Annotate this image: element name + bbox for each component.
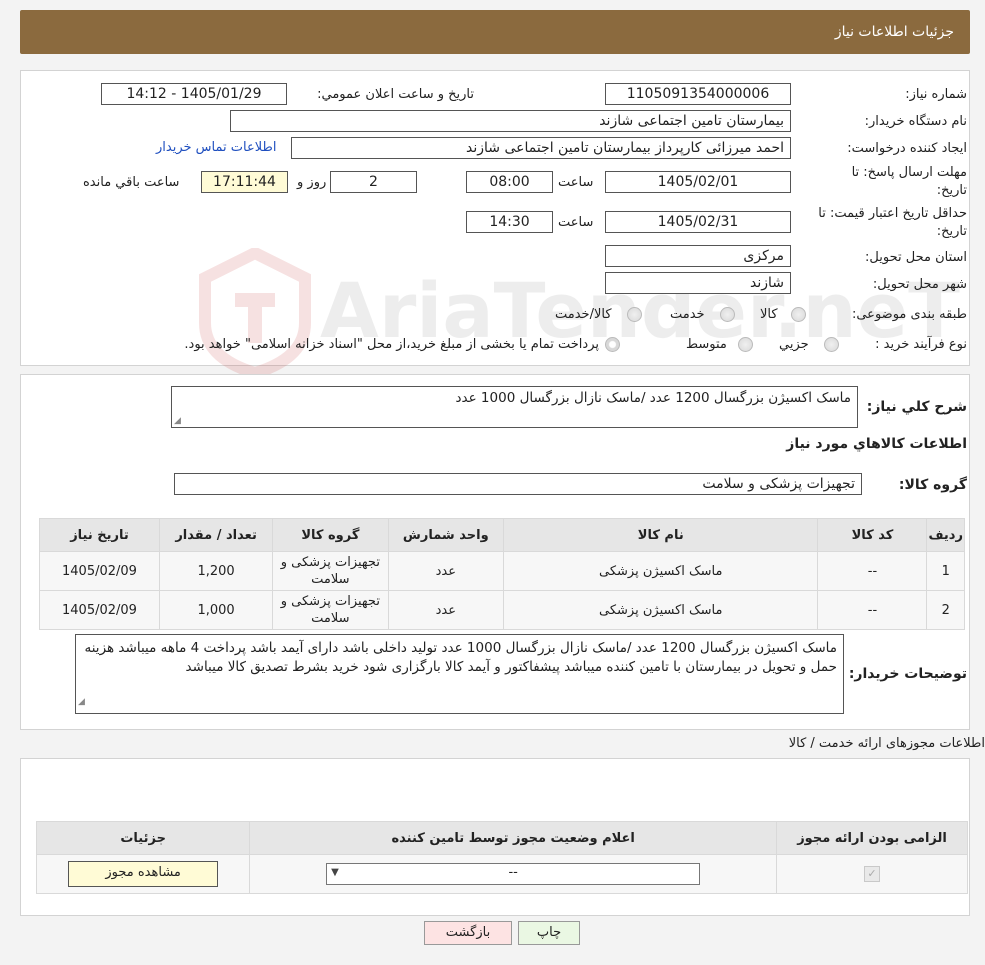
col-goods-name: نام کالا <box>503 518 819 552</box>
category-option-goods: کالا <box>760 307 778 322</box>
category-radio-service[interactable] <box>720 307 735 322</box>
process-radio-medium[interactable] <box>738 337 753 352</box>
summary-text: ماسک اکسیژن بزرگسال 1200 عدد /ماسک نازال… <box>455 390 851 406</box>
cell-unit: عدد <box>387 590 505 630</box>
items-table: تاریخ نیاز تعداد / مقدار گروه کالا واحد … <box>39 518 965 630</box>
deadline-date-field: 1405/02/01 <box>605 171 791 193</box>
cell-need-date: 1405/02/09 <box>39 590 160 630</box>
summary-textarea[interactable]: ماسک اکسیژن بزرگسال 1200 عدد /ماسک نازال… <box>171 386 858 428</box>
contact-buyer-link[interactable]: اطلاعات تماس خریدار <box>156 140 276 155</box>
deadline-label-date: تاریخ: <box>936 183 967 198</box>
deadline-time-field: 08:00 <box>466 171 553 193</box>
cell-quantity: 1,000 <box>158 590 274 630</box>
process-option-medium: متوسط <box>686 337 727 352</box>
permit-required-checkbox[interactable]: ✓ <box>864 866 881 882</box>
permits-table: جزئیات اعلام وضعیت مجوز توسط تامین کننده… <box>35 821 968 894</box>
days-label: روز و <box>297 175 327 190</box>
validity-label-date: تاریخ: <box>936 224 967 239</box>
city-field: شازند <box>605 272 791 294</box>
cell-unit: عدد <box>387 551 505 591</box>
announce-field: 1405/01/29 - 14:12 <box>101 83 287 105</box>
deadline-time-label: ساعت <box>558 175 594 190</box>
category-label: طبقه بندی موضوعی: <box>851 307 967 322</box>
cell-row: 2 <box>926 590 965 630</box>
cell-need-date: 1405/02/09 <box>39 551 160 591</box>
permit-status-value: -- <box>508 865 518 880</box>
cell-goods-group: تجهیزات پزشکی و سلامت <box>272 590 389 630</box>
creator-field: احمد میرزائی کارپرداز بیمارستان تامین اج… <box>291 137 791 159</box>
page-header: جزئیات اطلاعات نیاز <box>20 10 970 54</box>
view-permit-button[interactable]: مشاهده مجوز <box>68 861 219 887</box>
col-goods-code: کد کالا <box>817 518 928 552</box>
validity-label: حداقل تاریخ اعتبار قیمت: تا <box>818 206 967 221</box>
cell-goods-name: ماسک اکسیژن پزشکی <box>503 551 819 591</box>
cell-goods-code: -- <box>817 590 928 630</box>
cell-permit-status: -- ▼ <box>249 854 778 894</box>
announce-label: تاریخ و ساعت اعلان عمومي: <box>317 87 474 102</box>
process-radio-minor[interactable] <box>824 337 839 352</box>
days-field: 2 <box>330 171 417 193</box>
cell-goods-group: تجهیزات پزشکی و سلامت <box>272 551 389 591</box>
cell-quantity: 1,200 <box>158 551 274 591</box>
need-number-label: شماره نیاز: <box>905 87 967 102</box>
cell-row: 1 <box>926 551 965 591</box>
back-button[interactable]: بازگشت <box>424 921 512 945</box>
permits-title: اطلاعات مجوزهای ارائه خدمت / کالا <box>788 736 985 751</box>
col-row: ردیف <box>926 518 965 552</box>
table-row: 1405/02/09 1,000 تجهیزات پزشکی و سلامت ع… <box>39 590 965 630</box>
city-label: شهر محل تحویل: <box>872 277 967 292</box>
goods-group-field: تجهیزات پزشکی و سلامت <box>174 473 862 495</box>
col-need-date: تاریخ نیاز <box>39 518 160 552</box>
deadline-label: مهلت ارسال پاسخ: تا <box>851 165 967 180</box>
remaining-label: ساعت باقي مانده <box>83 175 180 190</box>
col-permit-required: الزامی بودن ارائه مجوز <box>776 821 968 855</box>
category-radio-goods-service[interactable] <box>627 307 642 322</box>
creator-label: ایجاد کننده درخواست: <box>847 141 967 156</box>
permits-table-header: جزئیات اعلام وضعیت مجوز توسط تامین کننده… <box>35 821 968 855</box>
col-quantity: تعداد / مقدار <box>158 518 274 552</box>
chevron-down-icon: ▼ <box>331 867 339 878</box>
need-number-field: 1105091354000006 <box>605 83 791 105</box>
province-field: مرکزی <box>605 245 791 267</box>
category-option-goods-service: کالا/خدمت <box>555 307 612 322</box>
remaining-time-field: 17:11:44 <box>201 171 288 193</box>
process-label: نوع فرآیند خرید : <box>875 337 967 352</box>
buyer-notes-textarea[interactable]: ماسک اکسیژن بزرگسال 1200 عدد /ماسک نازال… <box>75 634 844 714</box>
page-title: جزئیات اطلاعات نیاز <box>834 24 954 40</box>
cell-goods-code: -- <box>817 551 928 591</box>
summary-label: شرح کلي نیاز: <box>866 399 967 415</box>
buyer-notes-label: توضیحات خریدار: <box>848 666 967 682</box>
resize-handle-icon: ◢ <box>174 416 181 426</box>
col-unit: واحد شمارش <box>387 518 505 552</box>
table-row: مشاهده مجوز -- ▼ ✓ <box>35 854 968 894</box>
buyer-org-field: بیمارستان تامین اجتماعی شازند <box>230 110 791 132</box>
validity-time-field: 14:30 <box>466 211 553 233</box>
buyer-notes-text: ماسک اکسیژن بزرگسال 1200 عدد /ماسک نازال… <box>84 640 838 675</box>
print-button[interactable]: چاپ <box>518 921 580 945</box>
category-radio-goods[interactable] <box>791 307 806 322</box>
process-note: پرداخت تمام یا بخشی از مبلغ خرید،از محل … <box>184 337 599 352</box>
category-option-service: خدمت <box>670 307 705 322</box>
table-row: 1405/02/09 1,200 تجهیزات پزشکی و سلامت ع… <box>39 551 965 591</box>
permit-status-select[interactable]: -- ▼ <box>326 863 701 885</box>
col-goods-group: گروه کالا <box>272 518 389 552</box>
items-table-header: تاریخ نیاز تعداد / مقدار گروه کالا واحد … <box>39 518 965 552</box>
validity-date-field: 1405/02/31 <box>605 211 791 233</box>
resize-handle-icon: ◢ <box>78 697 85 707</box>
cell-permit-required: ✓ <box>776 854 968 894</box>
goods-group-label: گروه کالا: <box>898 477 967 493</box>
cell-goods-name: ماسک اکسیژن پزشکی <box>503 590 819 630</box>
process-option-minor: جزیي <box>779 337 809 352</box>
col-details: جزئیات <box>35 821 251 855</box>
col-permit-status: اعلام وضعیت مجوز توسط تامین کننده <box>249 821 778 855</box>
validity-time-label: ساعت <box>558 215 594 230</box>
province-label: استان محل تحویل: <box>865 250 967 265</box>
goods-info-title: اطلاعات کالاهاي مورد نیاز <box>786 436 967 452</box>
buyer-org-label: نام دستگاه خریدار: <box>864 114 967 129</box>
process-radio-treasury[interactable] <box>605 337 620 352</box>
cell-details: مشاهده مجوز <box>35 854 251 894</box>
